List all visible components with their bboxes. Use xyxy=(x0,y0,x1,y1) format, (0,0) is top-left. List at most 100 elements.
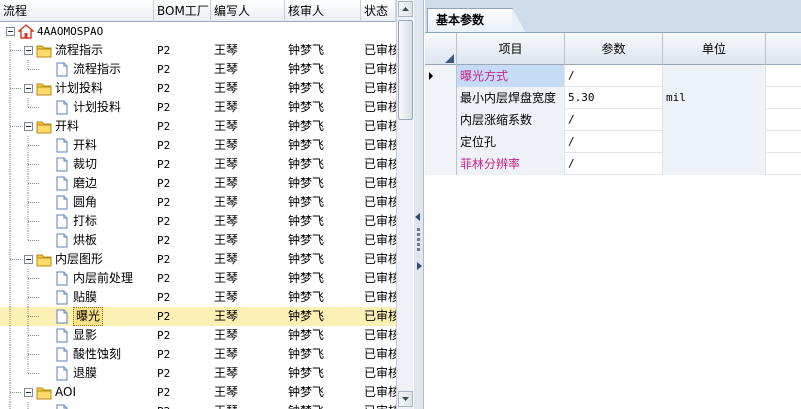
row-indicator[interactable] xyxy=(425,153,457,175)
vertical-scrollbar[interactable] xyxy=(396,0,413,409)
parameter-item-cell[interactable]: 曝光方式 xyxy=(457,65,565,87)
column-header-flow[interactable]: 流程 xyxy=(0,0,154,22)
tree-cell-flow[interactable]: 退膜 xyxy=(0,364,154,383)
column-header-parameter[interactable]: 参数 xyxy=(565,33,663,65)
tree-row-group[interactable]: 开料 P2 王琴 钟梦飞 已审核 xyxy=(0,117,396,136)
column-header-author[interactable]: 编写人 xyxy=(211,0,285,22)
parameter-row[interactable]: 最小内层焊盘宽度 5.30 mil xyxy=(425,87,801,109)
tree-cell-flow[interactable]: 打标 xyxy=(0,212,154,231)
tree-row-step[interactable]: 计划投料 P2 王琴 钟梦飞 已审核 xyxy=(0,98,396,117)
row-indicator[interactable] xyxy=(425,131,457,153)
tree-cell-flow[interactable]: 显影 xyxy=(0,326,154,345)
tree-cell-flow[interactable]: 酸性蚀刻 xyxy=(0,345,154,364)
tree-cell-reviewer: 钟梦飞 xyxy=(288,271,325,285)
row-indicator[interactable] xyxy=(425,65,457,87)
tree-row-group[interactable]: 流程指示 P2 王琴 钟梦飞 已审核 xyxy=(0,41,396,60)
parameter-row[interactable]: 菲林分辨率 / xyxy=(425,153,801,175)
parameter-row[interactable]: 定位孔 / xyxy=(425,131,801,153)
column-header-bom-factory[interactable]: BOM工厂 xyxy=(154,0,211,22)
column-header-item[interactable]: 项目 xyxy=(457,33,565,65)
parameter-unit-cell[interactable]: mil xyxy=(663,87,766,109)
parameter-value-cell[interactable]: / xyxy=(565,109,663,131)
tree-cell-flow[interactable]: 计划投料 xyxy=(0,79,154,98)
tree-node-label: 酸性蚀刻 xyxy=(73,347,122,361)
tree-cell-flow[interactable]: 裁切 xyxy=(0,155,154,174)
collapse-toggle-icon[interactable] xyxy=(24,388,33,397)
tree-row-step[interactable]: 酸性蚀刻 P2 王琴 钟梦飞 已审核 xyxy=(0,345,396,364)
tree-cell-flow[interactable]: 磨边 xyxy=(0,174,154,193)
folder-icon xyxy=(36,83,52,96)
tree-cell-flow[interactable]: 内层前处理 xyxy=(0,269,154,288)
tree-cell-flow[interactable]: 圆角 xyxy=(0,193,154,212)
column-header-status[interactable]: 状态 xyxy=(361,0,396,22)
collapse-right-icon[interactable] xyxy=(417,262,422,270)
collapse-toggle-icon[interactable] xyxy=(24,122,33,131)
tab-basic-parameters[interactable]: 基本参数 xyxy=(427,8,527,33)
scroll-down-button[interactable] xyxy=(398,391,413,407)
grid-corner[interactable] xyxy=(425,33,457,65)
tree-row-step[interactable]: 烘板 P2 王琴 钟梦飞 已审核 xyxy=(0,231,396,250)
filler-cell xyxy=(766,65,801,87)
column-header-unit[interactable]: 单位 xyxy=(663,33,766,65)
tree-row-group[interactable]: 计划投料 P2 王琴 钟梦飞 已审核 xyxy=(0,79,396,98)
collapse-toggle-icon[interactable] xyxy=(6,27,15,36)
tree-row-root[interactable]: 4AAOMOSPAO xyxy=(0,22,396,41)
panel-splitter[interactable] xyxy=(414,0,424,409)
tree-cell-status: 已审核 xyxy=(364,328,396,342)
parameter-row[interactable]: 曝光方式 / xyxy=(425,65,801,87)
tree-row-step[interactable]: 圆角 P2 王琴 钟梦飞 已审核 xyxy=(0,193,396,212)
tree-row-step[interactable]: 显影 P2 王琴 钟梦飞 已审核 xyxy=(0,326,396,345)
row-indicator[interactable] xyxy=(425,87,457,109)
parameter-unit-cell[interactable] xyxy=(663,131,766,153)
grip-dot xyxy=(417,243,420,246)
row-indicator[interactable] xyxy=(425,109,457,131)
tree-node-label: 磨边 xyxy=(73,176,98,190)
collapse-toggle-icon[interactable] xyxy=(24,84,33,93)
column-header-reviewer[interactable]: 核审人 xyxy=(285,0,361,22)
scroll-up-button[interactable] xyxy=(398,1,413,17)
tree-cell-bom-factory: P2 xyxy=(157,158,171,171)
tree-row-step[interactable]: 退膜 P2 王琴 钟梦飞 已审核 xyxy=(0,364,396,383)
tree-row-step[interactable]: 内层前处理 P2 王琴 钟梦飞 已审核 xyxy=(0,269,396,288)
tree-row-group[interactable]: 内层图形 P2 王琴 钟梦飞 已审核 xyxy=(0,250,396,269)
parameter-item-cell[interactable]: 菲林分辨率 xyxy=(457,153,565,175)
parameter-row[interactable]: 内层涨缩系数 / xyxy=(425,109,801,131)
tree-row-step[interactable]: 开料 P2 王琴 钟梦飞 已审核 xyxy=(0,136,396,155)
tree-row-step[interactable]: 流程指示 P2 王琴 钟梦飞 已审核 xyxy=(0,60,396,79)
parameter-value-cell[interactable]: / xyxy=(565,153,663,175)
tree-row-step[interactable]: 磨边 P2 王琴 钟梦飞 已审核 xyxy=(0,174,396,193)
tree-cell-flow[interactable]: 计划投料 xyxy=(0,98,154,117)
tree-cell-flow[interactable]: 曝光 xyxy=(0,307,154,326)
tree-cell-flow[interactable]: 内层图形 xyxy=(0,250,154,269)
document-icon xyxy=(56,138,68,153)
tree-cell-flow[interactable]: 流程指示 xyxy=(0,41,154,60)
collapse-toggle-icon[interactable] xyxy=(24,46,33,55)
tree-cell-flow[interactable]: 烘板 xyxy=(0,231,154,250)
parameter-value-cell[interactable]: / xyxy=(565,65,663,87)
tree-row-step[interactable]: 打标 P2 王琴 钟梦飞 已审核 xyxy=(0,212,396,231)
parameter-item-cell[interactable]: 最小内层焊盘宽度 xyxy=(457,87,565,109)
parameter-item-cell[interactable]: 内层涨缩系数 xyxy=(457,109,565,131)
collapse-left-icon[interactable] xyxy=(415,213,420,221)
parameter-unit-cell[interactable] xyxy=(663,65,766,87)
scroll-thumb[interactable] xyxy=(398,20,413,120)
collapse-toggle-icon[interactable] xyxy=(24,255,33,264)
tree-cell-flow[interactable]: AOI xyxy=(0,383,154,402)
tree-cell-flow[interactable]: 4AAOMOSPAO xyxy=(0,22,154,41)
tree-cell-author: 王琴 xyxy=(214,100,239,114)
tree-row-step[interactable]: 曝光 P2 王琴 钟梦飞 已审核 xyxy=(0,307,396,326)
tree-row-step[interactable]: P2王琴钟梦飞已审核 xyxy=(0,402,396,409)
tree-cell-flow[interactable]: 开料 xyxy=(0,117,154,136)
parameter-value-cell[interactable]: 5.30 xyxy=(565,87,663,109)
tree-cell-flow[interactable] xyxy=(0,402,154,409)
tree-row-step[interactable]: 裁切 P2 王琴 钟梦飞 已审核 xyxy=(0,155,396,174)
parameter-unit-cell[interactable] xyxy=(663,153,766,175)
tree-row-step[interactable]: 贴膜 P2 王琴 钟梦飞 已审核 xyxy=(0,288,396,307)
tree-cell-flow[interactable]: 流程指示 xyxy=(0,60,154,79)
parameter-item-cell[interactable]: 定位孔 xyxy=(457,131,565,153)
tree-cell-flow[interactable]: 贴膜 xyxy=(0,288,154,307)
tree-row-group[interactable]: AOI P2 王琴 钟梦飞 已审核 xyxy=(0,383,396,402)
parameter-value-cell[interactable]: / xyxy=(565,131,663,153)
parameter-unit-cell[interactable] xyxy=(663,109,766,131)
tree-cell-flow[interactable]: 开料 xyxy=(0,136,154,155)
